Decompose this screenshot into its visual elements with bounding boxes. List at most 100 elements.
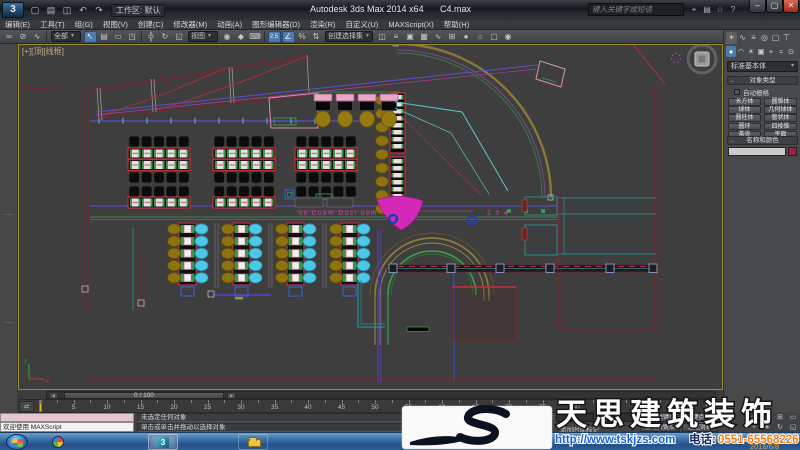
autogrid-checkbox[interactable]: 自动栅格 <box>734 88 796 96</box>
tab-display[interactable]: ▢ <box>770 32 781 44</box>
top-viewport[interactable]: [+][顶][线框] <box>18 44 723 390</box>
primitive-button-7[interactable]: 圆环 <box>728 123 761 131</box>
communication-center-icon[interactable]: ▤ <box>701 3 713 16</box>
mirror-icon[interactable]: ◫ <box>376 31 389 43</box>
viewport-label[interactable]: [+][顶][线框] <box>22 46 64 57</box>
primitive-button-8[interactable]: 四棱锥 <box>764 123 797 131</box>
menu-6[interactable]: 修改器(M) <box>168 20 212 30</box>
spinner-snap-icon[interactable]: ⇅ <box>310 31 323 43</box>
menu-1[interactable]: 编辑(E) <box>0 20 35 30</box>
pan-icon[interactable]: + <box>748 423 760 432</box>
tab-create[interactable]: ✶ <box>726 32 737 44</box>
set-key-button[interactable]: 设置关键点 <box>640 413 680 422</box>
mini-curve-editor-button[interactable]: ⇄ <box>19 401 34 412</box>
rollout-object-type[interactable]: − 对象类型 <box>727 76 798 85</box>
tab-motion[interactable]: ◎ <box>759 32 770 44</box>
selection-filter-dropdown[interactable]: 全部▾ <box>51 31 81 42</box>
reference-coordinate-dropdown[interactable]: 视图▾ <box>188 31 218 42</box>
zoom-extents-icon[interactable]: ⊞ <box>774 413 786 422</box>
redo-icon[interactable]: ↷ <box>92 3 106 17</box>
subtab-systems[interactable]: ⊙ <box>786 46 796 57</box>
percent-snap-icon[interactable]: % <box>296 31 309 43</box>
render-setup-icon[interactable]: ☼ <box>474 31 487 43</box>
start-button[interactable] <box>6 434 28 450</box>
select-rotate-icon[interactable]: ↻ <box>159 31 172 43</box>
auto-key-button[interactable]: 自动关键点 <box>640 423 680 432</box>
workspace-dropdown[interactable]: 工作区: 默认 <box>111 4 165 17</box>
use-pivot-center-icon[interactable]: ◉ <box>221 31 234 43</box>
help-icon[interactable]: ? <box>727 3 739 16</box>
menu-4[interactable]: 视图(V) <box>98 20 133 30</box>
new-file-icon[interactable]: ▢ <box>28 3 42 17</box>
time-slider-handle[interactable]: 0 / 100 <box>64 392 224 399</box>
taskbar-3dsmax-button[interactable]: 3 <box>148 434 178 450</box>
zoom-icon[interactable]: ⊕ <box>748 413 760 422</box>
selected-dropdown[interactable]: 选定对象 <box>682 423 718 432</box>
keyboard-override-icon[interactable]: ⌨ <box>249 31 262 43</box>
unlink-icon[interactable]: ⊘ <box>17 31 30 43</box>
primitive-button-5[interactable]: 圆柱体 <box>728 114 761 122</box>
undo-icon[interactable]: ↶ <box>76 3 90 17</box>
subtab-shapes[interactable]: ◠ <box>736 46 746 57</box>
select-manipulate-icon[interactable]: ◆ <box>235 31 248 43</box>
maxscript-mini-listener-white[interactable]: 欢迎使用 MAXScript <box>0 422 134 432</box>
menu-10[interactable]: 自定义(U) <box>340 20 383 30</box>
subtab-geometry[interactable]: ● <box>726 46 736 57</box>
security-app-icon[interactable] <box>52 436 64 448</box>
key-filters-button[interactable]: 关键点过滤器... <box>682 413 732 422</box>
search-icon[interactable]: ⌖ <box>688 3 700 16</box>
named-selection-sets-dropdown[interactable]: 创建选择集▾ <box>325 31 373 42</box>
object-color-swatch[interactable] <box>788 147 797 156</box>
primitive-button-4[interactable]: 几何球体 <box>764 106 797 114</box>
rect-region-icon[interactable]: ▭ <box>112 31 125 43</box>
primitive-button-2[interactable]: 圆锥体 <box>764 98 797 106</box>
window-crossing-icon[interactable]: ◳ <box>126 31 139 43</box>
menu-11[interactable]: MAXScript(X) <box>383 20 438 30</box>
schematic-view-icon[interactable]: ⊞ <box>446 31 459 43</box>
subtab-helpers[interactable]: + <box>766 46 776 57</box>
primitive-button-6[interactable]: 管状体 <box>764 114 797 122</box>
maxscript-mini-listener-pink[interactable] <box>0 413 134 422</box>
track-bar[interactable]: ⇄ 51015202530354045505560657075808590951… <box>18 400 723 413</box>
primitive-button-3[interactable]: 球体 <box>728 106 761 114</box>
tab-hierarchy[interactable]: ≡ <box>748 32 759 44</box>
graphite-ribbon-icon[interactable]: ▦ <box>418 31 431 43</box>
curve-editor-icon[interactable]: ∿ <box>432 31 445 43</box>
open-file-icon[interactable]: ▤ <box>44 3 58 17</box>
previous-frame-button[interactable]: ◂ <box>49 392 58 399</box>
angle-snap-icon[interactable]: ∠ <box>282 31 295 43</box>
x-coord-field[interactable] <box>505 413 543 422</box>
orbit-icon[interactable]: ↻ <box>774 423 786 432</box>
menu-5[interactable]: 创建(C) <box>133 20 168 30</box>
object-name-field[interactable] <box>728 147 786 156</box>
close-button[interactable]: ✕ <box>783 0 799 13</box>
rendered-frame-icon[interactable]: ▢ <box>488 31 501 43</box>
application-menu-button[interactable]: 3 <box>2 2 24 18</box>
taskbar-explorer-button[interactable] <box>238 434 268 450</box>
align-icon[interactable]: ≡ <box>390 31 403 43</box>
infocenter-search-input[interactable]: 键入关键字或短语 <box>588 3 684 16</box>
bind-spacewarp-icon[interactable]: ∿ <box>31 31 44 43</box>
save-file-icon[interactable]: ◫ <box>60 3 74 17</box>
primitive-button-1[interactable]: 长方体 <box>728 98 761 106</box>
menu-9[interactable]: 渲染(R) <box>305 20 340 30</box>
menu-2[interactable]: 工具(T) <box>35 20 70 30</box>
subtab-cameras[interactable]: ▣ <box>756 46 766 57</box>
minimize-button[interactable]: – <box>749 0 766 13</box>
tab-modify[interactable]: ∿ <box>737 32 748 44</box>
subtab-lights[interactable]: ☀ <box>746 46 756 57</box>
viewcube[interactable] <box>688 45 716 73</box>
menu-7[interactable]: 动画(A) <box>212 20 247 30</box>
next-frame-button[interactable]: ▸ <box>227 392 236 399</box>
rollout-name-color[interactable]: − 名称和颜色 <box>727 136 798 145</box>
menu-3[interactable]: 组(G) <box>70 20 98 30</box>
menu-12[interactable]: 帮助(H) <box>439 20 474 30</box>
y-coord-field[interactable] <box>556 413 594 422</box>
fov-icon[interactable]: ▭ <box>787 413 799 422</box>
primitive-category-dropdown[interactable]: 标准基本体 ▾ <box>727 61 798 72</box>
isolate-selection-icon[interactable]: ◉ <box>470 414 479 422</box>
snaps-toggle-icon[interactable]: 2.5 <box>268 31 281 43</box>
zoom-all-icon[interactable]: ◈ <box>761 413 773 422</box>
subtab-spacewarps[interactable]: ≈ <box>776 46 786 57</box>
maximize-button[interactable]: ▢ <box>766 0 783 13</box>
